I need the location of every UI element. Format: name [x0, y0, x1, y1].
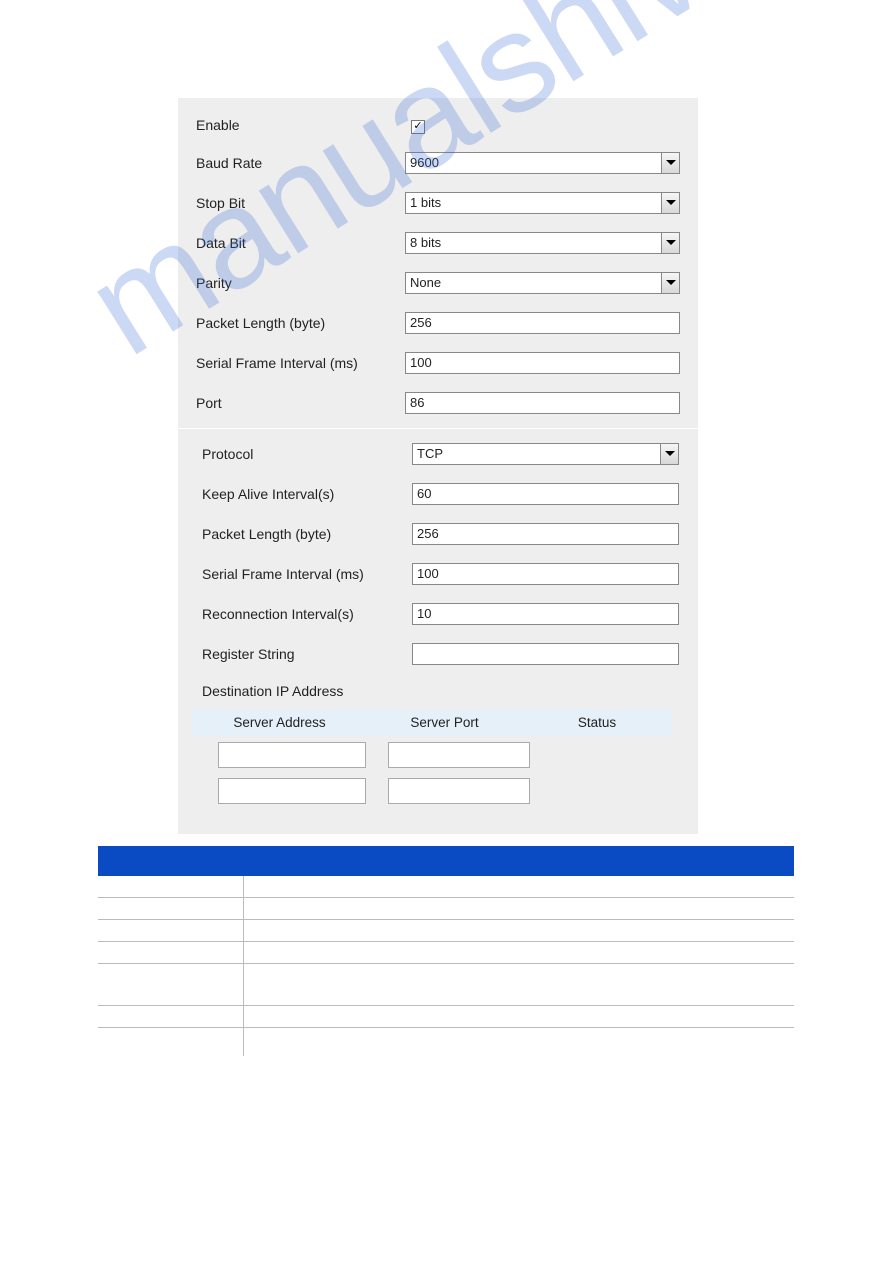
- frame-interval-row-2: Serial Frame Interval (ms) 100: [202, 563, 680, 585]
- protocol-label: Protocol: [202, 446, 412, 462]
- baud-rate-value: 9600: [410, 155, 439, 170]
- table-row: [98, 876, 794, 898]
- parity-select[interactable]: None: [405, 272, 680, 294]
- server-port-input[interactable]: [388, 742, 530, 768]
- config-panel: Enable ✓ Baud Rate 9600 Stop Bit 1 bits: [178, 98, 698, 834]
- definition-table-header: [98, 846, 794, 876]
- stop-bit-row: Stop Bit 1 bits: [196, 192, 680, 214]
- keep-alive-label: Keep Alive Interval(s): [202, 486, 412, 502]
- destination-block: Destination IP Address Server Address Se…: [202, 683, 680, 804]
- data-bit-label: Data Bit: [196, 235, 405, 251]
- keep-alive-input[interactable]: 60: [412, 483, 679, 505]
- port-label: Port: [196, 395, 405, 411]
- dropdown-arrow-icon: [661, 233, 679, 253]
- serial-settings-top: Enable ✓ Baud Rate 9600 Stop Bit 1 bits: [178, 98, 698, 428]
- enable-row: Enable ✓: [196, 116, 680, 134]
- reconnection-value: 10: [417, 606, 431, 621]
- register-string-input[interactable]: [412, 643, 679, 665]
- serial-settings-bottom: Protocol TCP Keep Alive Interval(s) 60 P…: [178, 428, 698, 834]
- data-bit-value: 8 bits: [410, 235, 441, 250]
- table-row: [98, 942, 794, 964]
- port-row: Port 86: [196, 392, 680, 414]
- dropdown-arrow-icon: [660, 444, 678, 464]
- stop-bit-select[interactable]: 1 bits: [405, 192, 680, 214]
- protocol-value: TCP: [417, 446, 443, 461]
- packet-length-row-2: Packet Length (byte) 256: [202, 523, 680, 545]
- parity-label: Parity: [196, 275, 405, 291]
- packet-length-value: 256: [410, 315, 432, 330]
- definition-table: [98, 846, 794, 1056]
- parity-value: None: [410, 275, 441, 290]
- server-address-input[interactable]: [218, 742, 366, 768]
- reconnection-input[interactable]: 10: [412, 603, 679, 625]
- reconnection-label: Reconnection Interval(s): [202, 606, 412, 622]
- server-port-header: Server Port: [367, 715, 522, 730]
- stop-bit-label: Stop Bit: [196, 195, 405, 211]
- data-bit-row: Data Bit 8 bits: [196, 232, 680, 254]
- stop-bit-value: 1 bits: [410, 195, 441, 210]
- packet-length-label: Packet Length (byte): [196, 315, 405, 331]
- destination-rows: [218, 742, 680, 804]
- enable-label: Enable: [196, 117, 411, 133]
- port-value: 86: [410, 395, 424, 410]
- destination-table-header: Server Address Server Port Status: [192, 709, 672, 736]
- table-row: [98, 898, 794, 920]
- frame-interval-value-2: 100: [417, 566, 439, 581]
- dropdown-arrow-icon: [661, 153, 679, 173]
- frame-interval-input[interactable]: 100: [405, 352, 680, 374]
- register-string-row: Register String: [202, 643, 680, 665]
- register-string-label: Register String: [202, 646, 412, 662]
- packet-length-input-2[interactable]: 256: [412, 523, 679, 545]
- dropdown-arrow-icon: [661, 273, 679, 293]
- server-port-input[interactable]: [388, 778, 530, 804]
- status-header: Status: [522, 715, 672, 730]
- destination-row: [218, 742, 680, 768]
- port-input[interactable]: 86: [405, 392, 680, 414]
- table-row: [98, 1006, 794, 1028]
- frame-interval-label: Serial Frame Interval (ms): [196, 355, 405, 371]
- packet-length-input[interactable]: 256: [405, 312, 680, 334]
- checkmark-icon: ✓: [413, 121, 422, 132]
- destination-title: Destination IP Address: [202, 683, 680, 699]
- frame-interval-input-2[interactable]: 100: [412, 563, 679, 585]
- baud-rate-label: Baud Rate: [196, 155, 405, 171]
- packet-length-row: Packet Length (byte) 256: [196, 312, 680, 334]
- keep-alive-row: Keep Alive Interval(s) 60: [202, 483, 680, 505]
- table-row: [98, 920, 794, 942]
- reconnection-row: Reconnection Interval(s) 10: [202, 603, 680, 625]
- packet-length-value-2: 256: [417, 526, 439, 541]
- data-bit-select[interactable]: 8 bits: [405, 232, 680, 254]
- keep-alive-value: 60: [417, 486, 431, 501]
- protocol-select[interactable]: TCP: [412, 443, 679, 465]
- enable-checkbox[interactable]: ✓: [411, 120, 425, 134]
- frame-interval-label-2: Serial Frame Interval (ms): [202, 566, 412, 582]
- table-row: [98, 964, 794, 1006]
- packet-length-label-2: Packet Length (byte): [202, 526, 412, 542]
- baud-rate-select[interactable]: 9600: [405, 152, 680, 174]
- frame-interval-value: 100: [410, 355, 432, 370]
- table-row: [98, 1028, 794, 1056]
- parity-row: Parity None: [196, 272, 680, 294]
- frame-interval-row: Serial Frame Interval (ms) 100: [196, 352, 680, 374]
- server-address-header: Server Address: [192, 715, 367, 730]
- baud-rate-row: Baud Rate 9600: [196, 152, 680, 174]
- dropdown-arrow-icon: [661, 193, 679, 213]
- server-address-input[interactable]: [218, 778, 366, 804]
- protocol-row: Protocol TCP: [202, 443, 680, 465]
- destination-row: [218, 778, 680, 804]
